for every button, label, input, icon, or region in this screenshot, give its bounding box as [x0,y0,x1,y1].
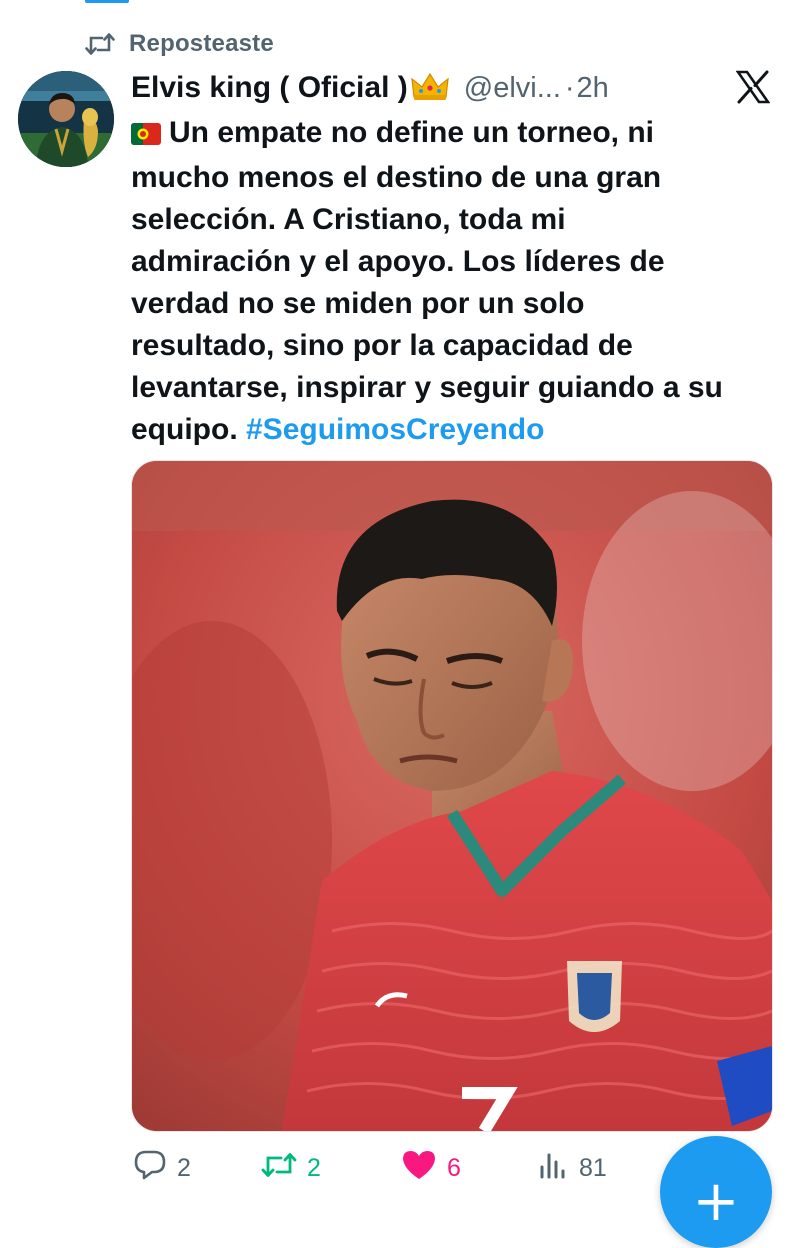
tweet-line: verdad no se miden por un solo [131,287,585,320]
reply-count: 2 [177,1153,191,1182]
separator-dot: · [564,71,575,104]
repost-indicator[interactable]: Reposteaste [85,28,274,60]
retweet-count: 2 [307,1153,321,1182]
avatar[interactable] [18,71,114,167]
post-time[interactable]: 2h [577,72,609,105]
plus-icon: + [692,1169,740,1234]
tweet-line: resultado, sino por la capacidad de [131,329,633,362]
views-icon [537,1150,569,1187]
retweet-icon [261,1150,297,1187]
tweet-media-image[interactable] [131,460,773,1132]
views-button[interactable]: 81 [537,1145,607,1191]
tweet-line-text: Un empate no define un torneo, ni [169,116,655,149]
like-count: 6 [447,1153,461,1182]
reply-button[interactable]: 2 [133,1145,191,1191]
compose-button[interactable]: + [660,1136,772,1248]
repost-label: Reposteaste [129,30,274,57]
reply-icon [133,1149,167,1188]
tweet-line-text: equipo. [131,413,238,446]
tweet-line: Un empate no define un torneo, ni [131,112,771,157]
tweet-header: Elvis king ( Oficial ) @elvi... · 2h [131,68,770,108]
views-count: 81 [579,1153,607,1182]
author-name[interactable]: Elvis king ( Oficial ) [131,71,408,105]
tweet-line: equipo. #SeguimosCreyendo [131,409,771,451]
tweet-line: admiración y el apoyo. Los líderes de [131,245,665,278]
tweet-line: levantarse, inspirar y seguir guiando a … [131,371,723,404]
football-player-photo [132,461,772,1131]
author-handle[interactable]: @elvi... [464,72,561,105]
portugal-flag-icon [131,115,161,157]
hashtag-link[interactable]: #SeguimosCreyendo [246,413,544,446]
crown-icon [410,71,450,106]
x-logo-icon[interactable] [735,70,771,109]
tweet-line: selección. A Cristiano, toda mi [131,203,566,236]
tweet-line: mucho menos el destino de una gran [131,161,662,194]
like-button[interactable]: 6 [401,1145,461,1191]
tweet-text: Un empate no define un torneo, ni mucho … [131,112,771,451]
avatar-photo [18,71,114,167]
repost-icon [85,31,115,57]
active-tab-indicator [85,0,129,3]
heart-icon [401,1149,437,1188]
retweet-button[interactable]: 2 [261,1145,321,1191]
